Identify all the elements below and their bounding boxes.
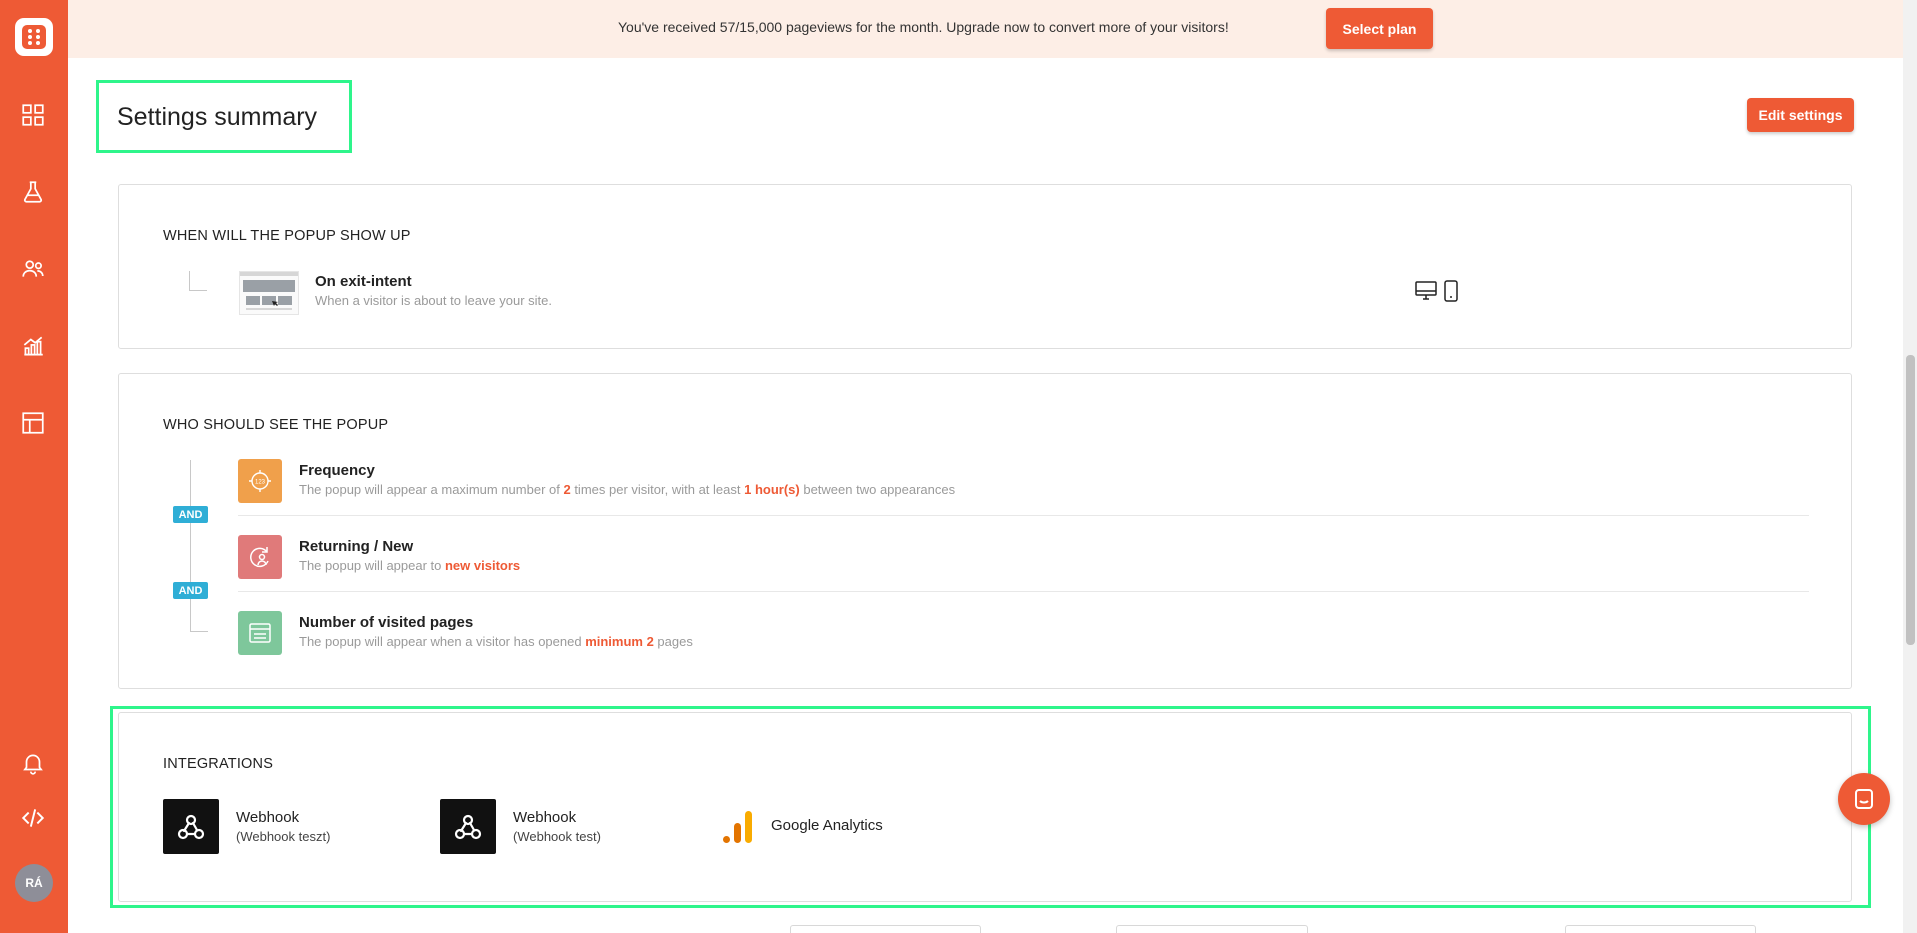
visited-pages-description: The popup will appear when a visitor has…	[299, 634, 693, 649]
users-icon[interactable]	[20, 256, 46, 282]
upgrade-banner: You've received 57/15,000 pageviews for …	[68, 0, 1903, 58]
frequency-description: The popup will appear a maximum number o…	[299, 482, 956, 497]
avatar[interactable]: RÁ	[15, 864, 53, 902]
tree-connector	[189, 271, 207, 291]
when-section-heading: WHEN WILL THE POPUP SHOW UP	[163, 228, 411, 244]
layout-icon[interactable]	[20, 410, 46, 436]
frequency-icon: 123	[238, 459, 282, 503]
who-section-heading: WHO SHOULD SEE THE POPUP	[163, 417, 389, 433]
scrollbar[interactable]	[1903, 0, 1917, 933]
trigger-description: When a visitor is about to leave your si…	[315, 293, 553, 308]
bottom-panel	[1565, 925, 1756, 933]
returning-visitor-icon	[238, 535, 282, 579]
bell-icon[interactable]	[20, 750, 46, 776]
who-section-card: WHO SHOULD SEE THE POPUP AND AND 123 Fre…	[118, 373, 1852, 689]
when-section-card: WHEN WILL THE POPUP SHOW UP On exit-inte…	[118, 184, 1852, 349]
desktop-icon	[1414, 280, 1438, 307]
dashboard-grid-icon[interactable]	[20, 102, 46, 128]
visited-pages-title: Number of visited pages	[299, 614, 474, 631]
bottom-panel	[790, 925, 981, 933]
chat-icon	[1855, 789, 1873, 809]
select-plan-button[interactable]: Select plan	[1326, 8, 1433, 49]
returning-new-title: Returning / New	[299, 538, 414, 555]
bottom-panel	[1116, 925, 1308, 933]
tree-connector	[190, 460, 191, 632]
mobile-icon	[1443, 280, 1459, 307]
frequency-title: Frequency	[299, 462, 375, 479]
chat-button[interactable]	[1838, 773, 1890, 825]
edit-settings-button[interactable]: Edit settings	[1747, 98, 1854, 132]
trigger-title: On exit-intent	[315, 273, 412, 290]
svg-text:123: 123	[255, 480, 266, 486]
code-icon[interactable]	[20, 805, 46, 831]
logo-icon[interactable]	[15, 18, 53, 56]
banner-message: You've received 57/15,000 pageviews for …	[618, 19, 1229, 35]
sidebar: RÁ	[0, 0, 68, 933]
scrollbar-thumb[interactable]	[1906, 355, 1915, 645]
and-badge: AND	[173, 582, 208, 599]
page-title: Settings summary	[117, 103, 318, 131]
condition-divider	[238, 591, 1809, 592]
flask-icon[interactable]	[20, 179, 46, 205]
visited-pages-icon	[238, 611, 282, 655]
analytics-icon[interactable]	[20, 333, 46, 359]
condition-divider	[238, 515, 1809, 516]
and-badge: AND	[173, 506, 208, 523]
integrations-highlight-box	[110, 706, 1871, 908]
tree-connector-end	[190, 614, 208, 632]
exit-intent-thumbnail	[239, 271, 299, 315]
returning-new-description: The popup will appear to new visitors	[299, 558, 521, 573]
